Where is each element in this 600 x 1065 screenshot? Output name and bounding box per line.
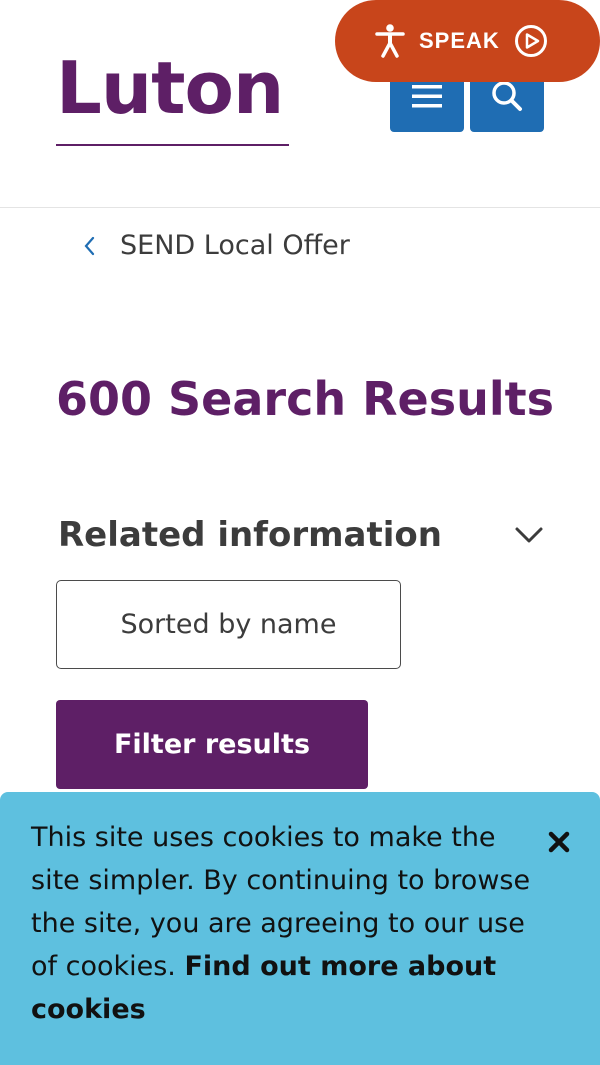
chevron-left-icon [84, 236, 95, 255]
related-information-label: Related information [58, 515, 442, 555]
speak-label: SPEAK [419, 28, 500, 53]
chevron-down-icon [515, 527, 543, 543]
sort-select[interactable]: Sorted by name [56, 580, 401, 669]
play-circle-icon [514, 25, 547, 57]
breadcrumb-link[interactable]: SEND Local Offer [120, 230, 350, 261]
luton-logo[interactable]: Luton [56, 52, 284, 124]
search-icon [492, 81, 522, 111]
logo-underline [56, 144, 289, 146]
site-header: Luton SPEAK [0, 0, 600, 208]
cookie-message: This site uses cookies to make the site … [31, 816, 531, 1031]
speak-button[interactable]: SPEAK [335, 0, 600, 82]
cookie-banner: This site uses cookies to make the site … [0, 792, 600, 1065]
cookie-close-button[interactable] [545, 828, 573, 856]
page-title: 600 Search Results [56, 372, 555, 426]
related-information-toggle[interactable]: Related information [58, 515, 544, 555]
filter-results-button[interactable]: Filter results [56, 700, 368, 789]
hamburger-icon [412, 85, 442, 108]
accessibility-person-icon [375, 24, 405, 58]
breadcrumb[interactable]: SEND Local Offer [82, 230, 350, 261]
close-icon [548, 831, 570, 853]
